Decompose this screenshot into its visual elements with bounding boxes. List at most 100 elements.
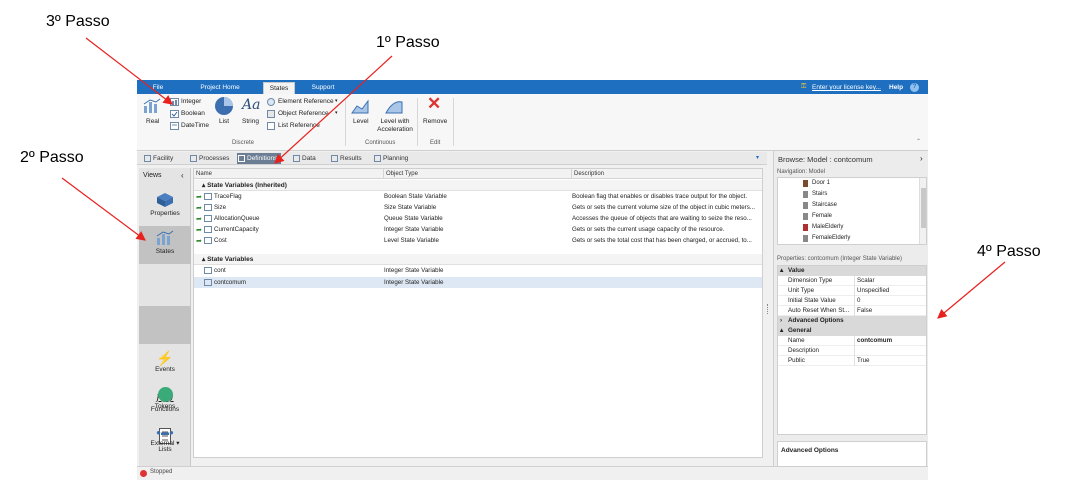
advanced-options-row[interactable]: › Advanced Options bbox=[778, 316, 926, 326]
property-row[interactable]: Initial State Value 0 bbox=[778, 296, 926, 306]
tab-facility[interactable]: Facility bbox=[143, 153, 173, 164]
list-reference-icon bbox=[267, 122, 275, 130]
property-row[interactable]: Description bbox=[778, 346, 926, 356]
integer-state-icon bbox=[204, 279, 212, 286]
ribbon-separator bbox=[417, 98, 418, 146]
view-properties-label: Properties bbox=[150, 210, 180, 217]
view-events[interactable]: ⚡ Events bbox=[139, 348, 191, 386]
property-row[interactable]: Auto Reset When St... False bbox=[778, 306, 926, 316]
tab-states[interactable]: States bbox=[263, 82, 295, 94]
license-key-link[interactable]: Enter your license key... bbox=[812, 82, 881, 94]
tab-support[interactable]: Support bbox=[307, 82, 339, 94]
section-value[interactable]: ▴ Value bbox=[778, 266, 926, 276]
tab-processes[interactable]: Processes bbox=[189, 153, 229, 164]
table-row[interactable]: contcomum Integer State Variable bbox=[194, 277, 762, 288]
property-value[interactable]: False bbox=[854, 306, 872, 316]
tab-data[interactable]: Data bbox=[292, 153, 316, 164]
table-row[interactable]: ➦ Cost Level State Variable Gets or sets th… bbox=[194, 235, 762, 246]
ribbon-separator bbox=[453, 98, 454, 146]
group-discrete-label: Discrete bbox=[232, 140, 255, 146]
view-external-label: External ▾ bbox=[150, 440, 180, 447]
property-value[interactable]: Unspecified bbox=[854, 286, 889, 296]
tab-definitions[interactable]: Definitions bbox=[237, 153, 282, 164]
property-key: Auto Reset When St... bbox=[788, 307, 850, 314]
property-value[interactable]: Scalar bbox=[854, 276, 875, 286]
browse-expand-icon[interactable]: › bbox=[920, 154, 923, 163]
list-button[interactable]: List bbox=[219, 118, 229, 125]
remove-button[interactable]: Remove bbox=[423, 118, 447, 125]
list-reference-button[interactable]: List Reference bbox=[278, 122, 320, 129]
states-icon bbox=[156, 230, 174, 245]
section-general[interactable]: ▴ General bbox=[778, 326, 926, 336]
column-object-type[interactable]: Object Type bbox=[383, 169, 571, 179]
tab-file[interactable]: File bbox=[147, 82, 169, 94]
collapse-ribbon-icon[interactable]: ⌃ bbox=[916, 138, 921, 145]
boolean-button[interactable]: Boolean bbox=[181, 110, 205, 117]
view-states[interactable] bbox=[139, 306, 191, 344]
table-row[interactable]: cont Integer State Variable bbox=[194, 265, 762, 276]
tab-results[interactable]: Results bbox=[330, 153, 362, 164]
string-icon: Aa bbox=[242, 97, 261, 113]
tabs-dropdown-icon[interactable]: ▾ bbox=[756, 154, 759, 161]
nav-item[interactable]: Staircase bbox=[803, 202, 837, 209]
cell-object-type: Integer State Variable bbox=[384, 267, 444, 274]
nav-item[interactable]: Door 1 bbox=[803, 180, 830, 187]
property-value[interactable]: 0 bbox=[854, 296, 860, 306]
planning-icon bbox=[374, 155, 381, 162]
property-key: Public bbox=[788, 357, 805, 364]
view-tokens[interactable]: Tokens bbox=[139, 386, 191, 422]
inherited-arrow-icon: ➦ bbox=[196, 238, 202, 245]
object-icon bbox=[803, 191, 808, 198]
property-row[interactable]: Public True bbox=[778, 356, 926, 366]
property-value[interactable] bbox=[854, 346, 857, 356]
cell-description: Gets or sets the current volume size of … bbox=[572, 204, 755, 211]
property-value[interactable]: True bbox=[854, 356, 870, 366]
table-row[interactable]: ➦ CurrentCapacity Integer State Variable Ge… bbox=[194, 224, 762, 235]
view-properties[interactable]: Properties bbox=[139, 188, 191, 226]
property-row[interactable]: Dimension Type Scalar bbox=[778, 276, 926, 286]
tab-project-home[interactable]: Project Home bbox=[195, 82, 245, 94]
browse-panel: Browse: Model : contcomum › Navigation: … bbox=[773, 151, 928, 480]
datetime-button[interactable]: DateTime bbox=[181, 122, 209, 129]
collapse-views-icon[interactable]: ‹ bbox=[181, 171, 184, 180]
object-reference-dropdown-icon[interactable]: ▾ bbox=[335, 110, 338, 116]
section-state-variables[interactable]: ▴ State Variables bbox=[194, 254, 762, 265]
real-button[interactable]: Real bbox=[146, 118, 159, 125]
table-row[interactable]: ➦ TraceFlag Boolean State Variable Boolean … bbox=[194, 191, 762, 202]
tab-planning[interactable]: Planning bbox=[373, 153, 408, 164]
property-row[interactable]: Name contcomum bbox=[778, 336, 926, 346]
level-button[interactable]: Level bbox=[353, 118, 369, 125]
nav-item[interactable]: MaleElderly bbox=[803, 224, 843, 231]
cell-name: CurrentCapacity bbox=[214, 226, 259, 233]
nav-scrollbar[interactable] bbox=[919, 178, 926, 244]
document-tabs: Facility Processes Definitions Data Resu… bbox=[137, 152, 767, 165]
processes-icon bbox=[190, 155, 197, 162]
object-reference-button[interactable]: Object Reference bbox=[278, 110, 329, 117]
ribbon-tab-bar: File Project Home States Support ⚿ Enter… bbox=[137, 80, 928, 94]
property-value[interactable]: contcomum bbox=[854, 336, 892, 346]
section-inherited[interactable]: ▴ State Variables (Inherited) bbox=[194, 180, 762, 191]
nav-item[interactable]: Stairs bbox=[803, 191, 827, 198]
table-row[interactable]: ➦ Size Size State Variable Gets or sets the… bbox=[194, 202, 762, 213]
table-row[interactable]: ➦ AllocationQueue Queue State Variable Acce… bbox=[194, 213, 762, 224]
integer-button[interactable]: Integer bbox=[181, 98, 201, 105]
view-external[interactable]: ●▬● External ▾ bbox=[139, 427, 191, 457]
help-icon[interactable]: ? bbox=[910, 83, 919, 92]
nav-item[interactable]: Female bbox=[803, 213, 832, 220]
help-button[interactable]: Help bbox=[889, 82, 903, 94]
arrow-step4 bbox=[937, 261, 1006, 319]
level-acceleration-button[interactable]: Level with Acceleration bbox=[377, 118, 413, 134]
cell-name: cont bbox=[214, 267, 226, 274]
panel-splitter[interactable] bbox=[764, 168, 772, 458]
property-row[interactable]: Unit Type Unspecified bbox=[778, 286, 926, 296]
element-reference-dropdown-icon[interactable]: ▾ bbox=[335, 98, 338, 104]
element-reference-button[interactable]: Element Reference bbox=[278, 98, 334, 105]
nav-item[interactable]: FemaleElderly bbox=[803, 235, 850, 242]
view-states-item[interactable]: States bbox=[139, 226, 191, 264]
properties-icon bbox=[157, 193, 173, 207]
property-description-title: Advanced Options bbox=[781, 447, 839, 454]
column-name[interactable]: Name bbox=[194, 169, 384, 179]
string-button[interactable]: String bbox=[242, 118, 259, 125]
column-description[interactable]: Description bbox=[571, 169, 762, 179]
property-key: Name bbox=[788, 337, 805, 344]
